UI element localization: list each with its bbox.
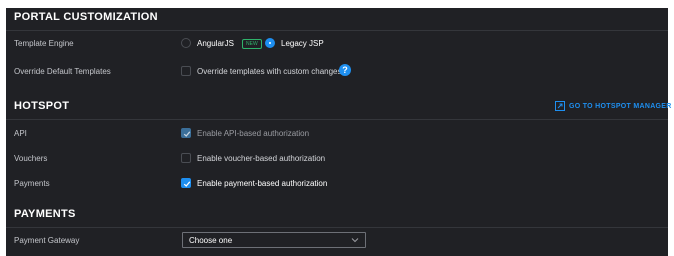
template-engine-row: Template Engine AngularJS NEW Legacy JSP bbox=[6, 33, 668, 57]
legacy-jsp-radio[interactable] bbox=[265, 38, 275, 48]
payments-title: PAYMENTS bbox=[14, 208, 76, 220]
override-templates-checkbox[interactable] bbox=[181, 66, 191, 76]
vouchers-checkbox[interactable] bbox=[181, 153, 191, 163]
portal-customization-header: PORTAL CUSTOMIZATION bbox=[6, 8, 668, 31]
payment-gateway-row: Payment Gateway Choose one bbox=[6, 230, 668, 254]
payment-gateway-value: Choose one bbox=[189, 236, 233, 245]
payments-checkbox-label[interactable]: Enable payment-based authorization bbox=[197, 179, 327, 188]
template-engine-label: Template Engine bbox=[14, 39, 74, 48]
override-templates-label: Override Default Templates bbox=[14, 67, 111, 76]
vouchers-label: Vouchers bbox=[14, 154, 48, 163]
api-row: API Enable API-based authorization bbox=[6, 123, 668, 147]
angularjs-radio-label[interactable]: AngularJS bbox=[197, 39, 234, 48]
payments-row: Payments Enable payment-based authorizat… bbox=[6, 173, 668, 197]
help-icon[interactable]: ? bbox=[339, 64, 351, 76]
settings-panel: PORTAL CUSTOMIZATION Template Engine Ang… bbox=[6, 8, 671, 256]
checkmark-icon bbox=[183, 131, 191, 137]
hotspot-title: HOTSPOT bbox=[14, 100, 70, 112]
angularjs-radio[interactable] bbox=[181, 38, 191, 48]
vouchers-row: Vouchers Enable voucher-based authorizat… bbox=[6, 148, 668, 172]
override-templates-checkbox-label[interactable]: Override templates with custom changes bbox=[197, 67, 342, 76]
chevron-down-icon bbox=[351, 238, 359, 243]
hotspot-manager-link-text[interactable]: GO TO HOTSPOT MANAGER bbox=[569, 103, 672, 110]
portal-customization-title: PORTAL CUSTOMIZATION bbox=[14, 11, 158, 23]
api-label: API bbox=[14, 129, 27, 138]
payment-gateway-label: Payment Gateway bbox=[14, 236, 80, 245]
api-checkbox-label[interactable]: Enable API-based authorization bbox=[197, 129, 309, 138]
payments-header: PAYMENTS bbox=[6, 205, 668, 228]
payments-checkbox[interactable] bbox=[181, 178, 191, 188]
checkmark-icon bbox=[183, 181, 191, 187]
payments-label: Payments bbox=[14, 179, 50, 188]
external-link-icon bbox=[555, 101, 565, 111]
hotspot-header: HOTSPOT GO TO HOTSPOT MANAGER bbox=[6, 97, 671, 120]
api-checkbox[interactable] bbox=[181, 128, 191, 138]
vouchers-checkbox-label[interactable]: Enable voucher-based authorization bbox=[197, 154, 325, 163]
legacy-jsp-radio-label[interactable]: Legacy JSP bbox=[281, 39, 324, 48]
payment-gateway-select[interactable]: Choose one bbox=[182, 232, 366, 248]
override-templates-row: Override Default Templates Override temp… bbox=[6, 61, 668, 85]
new-badge: NEW bbox=[242, 39, 262, 49]
